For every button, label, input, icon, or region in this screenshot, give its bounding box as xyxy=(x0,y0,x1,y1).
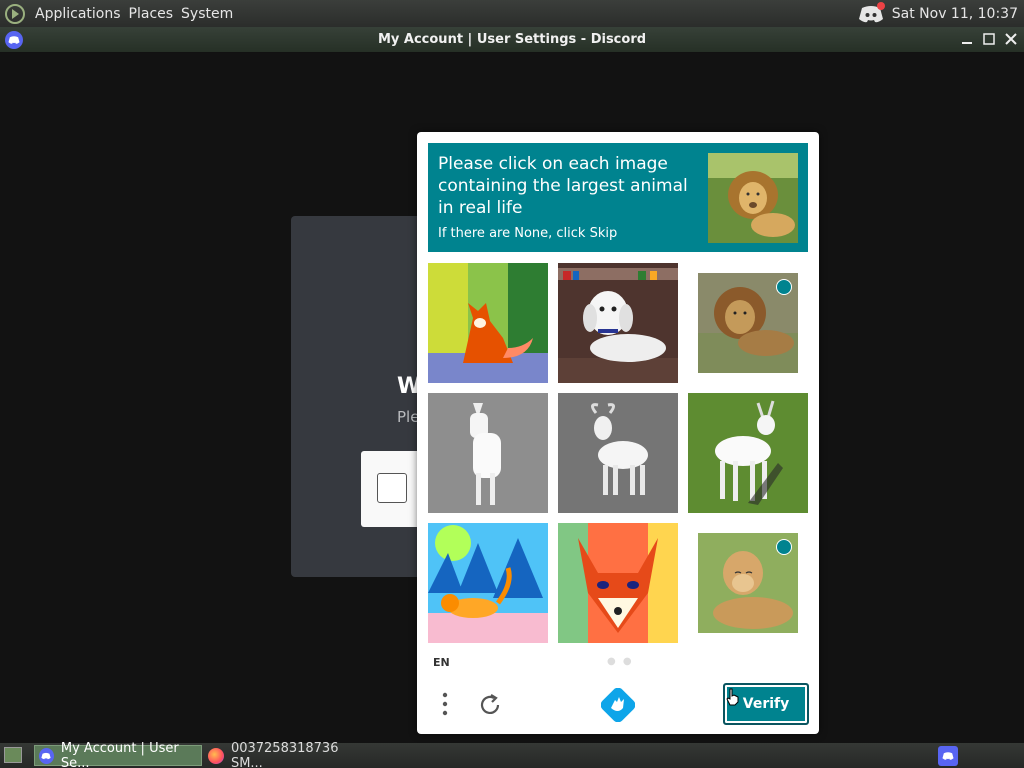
prompt-subtext: If there are None, click Skip xyxy=(438,226,618,241)
taskbar-item-label: 0037258318736 SM... xyxy=(230,740,339,768)
taskbar-item-discord[interactable]: My Account | User Se... xyxy=(34,741,202,768)
menu-system[interactable]: System xyxy=(177,6,237,22)
tile-white-goat-model[interactable] xyxy=(558,393,678,513)
page-dots: ● ● xyxy=(607,656,634,667)
minimize-button[interactable] xyxy=(958,30,976,48)
distro-logo-icon[interactable] xyxy=(4,3,26,25)
window-titlebar[interactable]: My Account | User Settings - Discord xyxy=(0,27,1024,53)
language-selector[interactable]: EN xyxy=(433,656,450,669)
tile-white-goat-sketch[interactable] xyxy=(428,393,548,513)
taskbar-item-label: My Account | User Se... xyxy=(60,740,179,768)
maximize-button[interactable] xyxy=(980,30,998,48)
selected-check-icon xyxy=(776,539,792,555)
menu-icon[interactable] xyxy=(435,690,455,718)
discord-tray-icon[interactable] xyxy=(858,1,885,24)
close-button[interactable] xyxy=(1002,30,1020,48)
tile-lioness[interactable] xyxy=(688,523,808,643)
hand-cursor-icon xyxy=(726,688,739,706)
tile-white-dog-figurine[interactable] xyxy=(558,263,678,383)
refresh-icon[interactable] xyxy=(475,690,505,720)
menu-applications[interactable]: Applications xyxy=(31,6,125,22)
menu-places[interactable]: Places xyxy=(125,6,178,22)
challenge-prompt: Please click on each image containing th… xyxy=(428,143,808,252)
discord-tray-icon[interactable] xyxy=(938,746,958,766)
tile-white-goat-on-grass[interactable] xyxy=(688,393,808,513)
captcha-checkbox[interactable] xyxy=(377,473,407,503)
prompt-text: Please click on each image containing th… xyxy=(438,154,688,218)
clock[interactable]: Sat Nov 11, 10:37 xyxy=(892,6,1018,22)
tile-fox-painting[interactable] xyxy=(428,263,548,383)
show-desktop-icon[interactable] xyxy=(4,747,22,763)
discord-task-icon xyxy=(39,747,54,764)
tile-lion[interactable] xyxy=(688,263,808,383)
tile-fox-face-painting[interactable] xyxy=(558,523,678,643)
discord-app-icon[interactable] xyxy=(5,31,23,49)
window-title: My Account | User Settings - Discord xyxy=(377,32,647,47)
firefox-icon xyxy=(208,747,224,764)
tile-cat-painting[interactable] xyxy=(428,523,548,643)
top-panel: Applications Places System Sat Nov 11, 1… xyxy=(0,0,1024,27)
taskbar: My Account | User Se... 0037258318736 SM… xyxy=(0,741,1024,768)
hcaptcha-challenge: Please click on each image containing th… xyxy=(417,132,819,734)
notification-dot xyxy=(876,1,885,10)
selected-check-icon xyxy=(776,279,792,295)
prompt-example-image xyxy=(708,153,798,243)
taskbar-item-firefox[interactable]: 0037258318736 SM... xyxy=(204,741,374,768)
hcaptcha-logo-icon[interactable] xyxy=(600,687,636,723)
